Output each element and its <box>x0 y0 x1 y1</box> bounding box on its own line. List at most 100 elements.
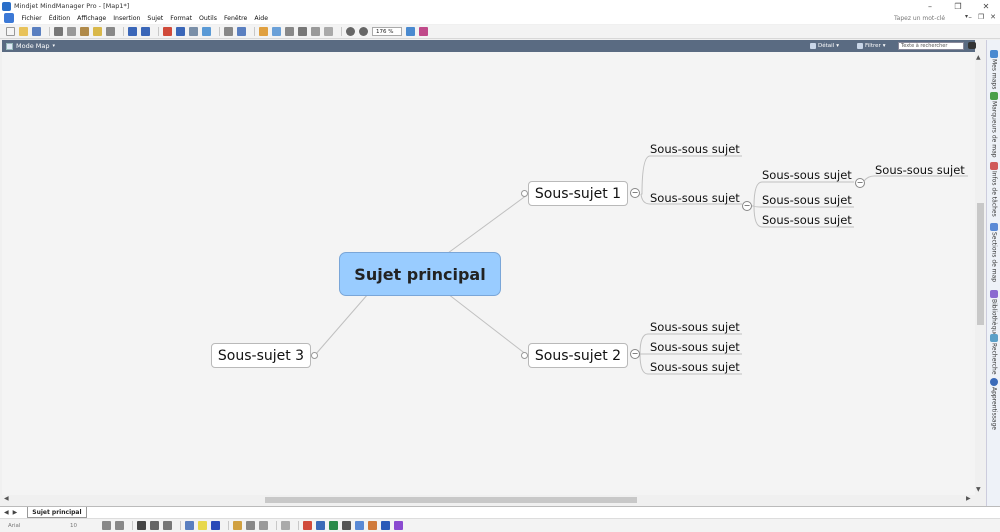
sub1-child-2-collapse-button[interactable]: − <box>742 201 752 211</box>
menu-format[interactable]: Format <box>167 15 196 22</box>
tab-marqueurs-de-map[interactable]: Marqueurs de map <box>987 92 1000 158</box>
help-search-input[interactable]: Tapez un mot-clé <box>892 13 972 23</box>
italic-icon[interactable] <box>150 521 159 530</box>
balance-map-icon[interactable] <box>419 27 428 36</box>
map-search-input[interactable]: Texte à rechercher <box>898 42 964 50</box>
close-button[interactable]: ✕ <box>972 0 1000 12</box>
shrink-font-icon[interactable] <box>115 521 124 530</box>
image-icon[interactable] <box>272 27 281 36</box>
mode-dropdown-arrow-icon[interactable]: ▾ <box>53 43 56 49</box>
tab-sujet-principal[interactable]: Sujet principal <box>27 507 87 518</box>
doc-close-button[interactable]: ✕ <box>990 13 996 21</box>
doc-minimize-button[interactable]: – <box>968 13 972 21</box>
export-powerpoint-icon[interactable] <box>368 521 377 530</box>
tab-scroll-right-icon[interactable]: ▶ <box>13 509 18 516</box>
restore-button[interactable]: ❐ <box>944 0 972 12</box>
strikethrough-icon[interactable] <box>163 521 172 530</box>
scroll-down-arrow-icon[interactable]: ▼ <box>976 486 981 493</box>
subtopic-2[interactable]: Sous-sujet 2 <box>528 343 628 368</box>
new-map-icon[interactable] <box>6 27 15 36</box>
view-mode-dropdown[interactable]: Mode Map <box>16 42 50 50</box>
sub1-grandchild-2[interactable]: Sous-sous sujet <box>762 193 852 207</box>
menu-aide[interactable]: Aide <box>251 15 272 22</box>
attach-icon[interactable] <box>224 27 233 36</box>
export-outlook-icon[interactable] <box>316 521 325 530</box>
scroll-right-arrow-icon[interactable]: ▶ <box>966 495 971 502</box>
export-visio-icon[interactable] <box>394 521 403 530</box>
font-family-select[interactable]: Arial <box>6 521 66 530</box>
sub2-child-3[interactable]: Sous-sous sujet <box>650 360 740 374</box>
filter-icon[interactable] <box>324 27 333 36</box>
vertical-scroll-thumb[interactable] <box>977 203 984 325</box>
tools-icon[interactable] <box>281 521 290 530</box>
topic-shape-icon[interactable] <box>233 521 242 530</box>
undo-icon[interactable] <box>128 27 137 36</box>
subtopic-1[interactable]: Sous-sujet 1 <box>528 181 628 206</box>
minimize-button[interactable]: – <box>916 0 944 12</box>
horizontal-scroll-thumb[interactable] <box>265 497 637 503</box>
marker-icon[interactable] <box>285 27 294 36</box>
delete-icon[interactable] <box>106 27 115 36</box>
menu-fichier[interactable]: Fichier <box>18 15 45 22</box>
boundary-icon[interactable] <box>202 27 211 36</box>
zoom-in-icon[interactable] <box>346 27 355 36</box>
zoom-level-select[interactable]: 176 % <box>372 27 402 36</box>
sub1-grandchild-1-collapse-button[interactable]: − <box>855 178 865 188</box>
tab-scroll-left-icon[interactable]: ◀ <box>4 509 9 516</box>
export-word-icon[interactable] <box>381 521 390 530</box>
notes-icon[interactable] <box>259 27 268 36</box>
cut-icon[interactable] <box>54 27 63 36</box>
fit-map-icon[interactable] <box>406 27 415 36</box>
central-topic[interactable]: Sujet principal <box>339 252 501 296</box>
outline-icon[interactable] <box>311 27 320 36</box>
filter-button[interactable]: Filtrer ▾ <box>857 41 886 51</box>
subtopic-2-collapse-button[interactable]: − <box>630 349 640 359</box>
hyperlink-icon[interactable] <box>237 27 246 36</box>
sub1-child-1[interactable]: Sous-sous sujet <box>650 142 740 156</box>
binoculars-icon[interactable] <box>968 42 976 49</box>
menu-edition[interactable]: Édition <box>45 15 73 22</box>
grow-font-icon[interactable] <box>102 521 111 530</box>
tab-infos-de-taches[interactable]: Infos de tâches <box>987 162 1000 217</box>
map-canvas[interactable]: Sujet principal Sous-sujet 1 − Sous-suje… <box>2 52 975 495</box>
sub2-child-2[interactable]: Sous-sous sujet <box>650 340 740 354</box>
export-pdf-icon[interactable] <box>303 521 312 530</box>
menu-insertion[interactable]: Insertion <box>110 15 144 22</box>
line-color-icon[interactable] <box>185 521 194 530</box>
sub1-grandchild-3[interactable]: Sous-sous sujet <box>762 213 852 227</box>
subtopic-3[interactable]: Sous-sujet 3 <box>211 343 311 368</box>
fill-color-icon[interactable] <box>198 521 207 530</box>
scroll-left-arrow-icon[interactable]: ◀ <box>4 495 9 502</box>
format-painter-icon[interactable] <box>93 27 102 36</box>
menu-affichage[interactable]: Affichage <box>74 15 110 22</box>
font-size-select[interactable]: 10 <box>70 521 96 530</box>
insert-topic-icon[interactable] <box>163 27 172 36</box>
relationship-icon[interactable] <box>176 27 185 36</box>
menu-outils[interactable]: Outils <box>196 15 221 22</box>
sub1-grandchild-1[interactable]: Sous-sous sujet <box>762 168 852 182</box>
tab-bibliotheque[interactable]: Bibliothèque <box>987 290 1000 337</box>
document-menu-icon[interactable] <box>4 13 14 23</box>
menu-fenetre[interactable]: Fenêtre <box>220 15 250 22</box>
open-folder-icon[interactable] <box>19 27 28 36</box>
font-color-icon[interactable] <box>211 521 220 530</box>
menu-sujet[interactable]: Sujet <box>144 15 167 22</box>
paste-icon[interactable] <box>80 27 89 36</box>
tab-mes-maps[interactable]: Mes maps <box>987 50 1000 89</box>
callout-icon[interactable] <box>189 27 198 36</box>
tab-apprentissage[interactable]: Apprentissage <box>987 378 1000 430</box>
doc-restore-button[interactable]: ❐ <box>978 13 984 21</box>
zoom-out-icon[interactable] <box>359 27 368 36</box>
copy-icon[interactable] <box>67 27 76 36</box>
tab-recherche[interactable]: Recherche <box>987 334 1000 375</box>
align-icon[interactable] <box>246 521 255 530</box>
export-project-icon[interactable] <box>342 521 351 530</box>
tab-sections-de-map[interactable]: Sections de map <box>987 223 1000 282</box>
bold-icon[interactable] <box>137 521 146 530</box>
sub2-child-1[interactable]: Sous-sous sujet <box>650 320 740 334</box>
export-excel-icon[interactable] <box>329 521 338 530</box>
save-icon[interactable] <box>32 27 41 36</box>
detail-button[interactable]: Détail ▾ <box>810 41 839 51</box>
sub1-child-2[interactable]: Sous-sous sujet <box>650 191 740 205</box>
subtopic-1-collapse-button[interactable]: − <box>630 188 640 198</box>
